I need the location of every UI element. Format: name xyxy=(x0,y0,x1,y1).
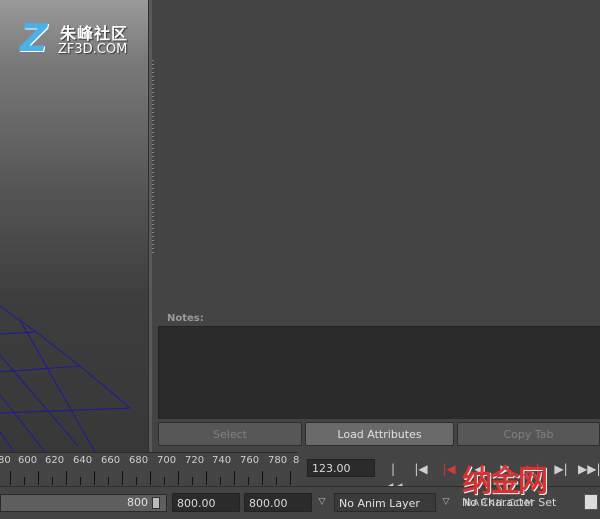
site-logo: Z 朱峰社区 ZF3D.COM xyxy=(20,16,148,60)
tick-label: 600 xyxy=(18,455,38,466)
logo-z-icon: Z xyxy=(20,16,48,60)
watermark-english-text: NARKII.COM xyxy=(464,498,535,509)
tick-label: 740 xyxy=(212,455,232,466)
corner-watermark: 纳金网 NARKII.COM xyxy=(462,462,600,518)
perspective-grid xyxy=(0,305,131,452)
viewport-panel[interactable]: Z 朱峰社区 ZF3D.COM xyxy=(0,0,148,452)
logo-chinese-text: 朱峰社区 xyxy=(60,24,129,43)
notes-label: Notes: xyxy=(167,313,204,324)
tick-label: 640 xyxy=(73,455,93,466)
anim-layer-dropdown[interactable]: No Anim Layer xyxy=(334,493,436,512)
tick-label: 8 xyxy=(293,455,300,466)
step-back-key-icon[interactable]: |◀ xyxy=(440,460,458,478)
tick-label: 700 xyxy=(157,455,177,466)
range-slider-handle[interactable] xyxy=(152,497,160,509)
tick-label: 780 xyxy=(268,455,288,466)
tick-label: 620 xyxy=(45,455,65,466)
tick-label: 760 xyxy=(240,455,260,466)
logo-english-text: ZF3D.COM xyxy=(58,42,128,57)
select-button[interactable]: Select xyxy=(158,422,302,446)
tick-label: 720 xyxy=(185,455,205,466)
range-end-label: 800 xyxy=(127,496,148,509)
copy-tab-button[interactable]: Copy Tab xyxy=(457,422,600,446)
animation-start-field[interactable]: 800.00 xyxy=(172,493,240,512)
tick-label: 80 xyxy=(0,455,11,466)
resize-handle[interactable] xyxy=(152,60,154,255)
notes-field[interactable] xyxy=(158,326,600,419)
watermark-chinese-text: 纳金网 xyxy=(462,464,548,499)
animation-end-field[interactable]: 800.00 xyxy=(244,493,312,512)
tick-label: 660 xyxy=(101,455,121,466)
chevron-down-icon[interactable]: ▽ xyxy=(316,495,328,509)
load-attributes-button[interactable]: Load Attributes xyxy=(305,422,454,446)
go-to-start-icon[interactable]: |◀◀ xyxy=(384,460,402,494)
current-time-field[interactable]: 123.00 xyxy=(307,459,375,477)
tick-label: 680 xyxy=(129,455,149,466)
step-back-frame-icon[interactable]: |◀ xyxy=(412,460,430,478)
chevron-down-icon[interactable]: ▽ xyxy=(440,495,452,509)
time-slider[interactable]: 80 600 620 640 660 680 700 720 740 760 7… xyxy=(0,452,300,485)
